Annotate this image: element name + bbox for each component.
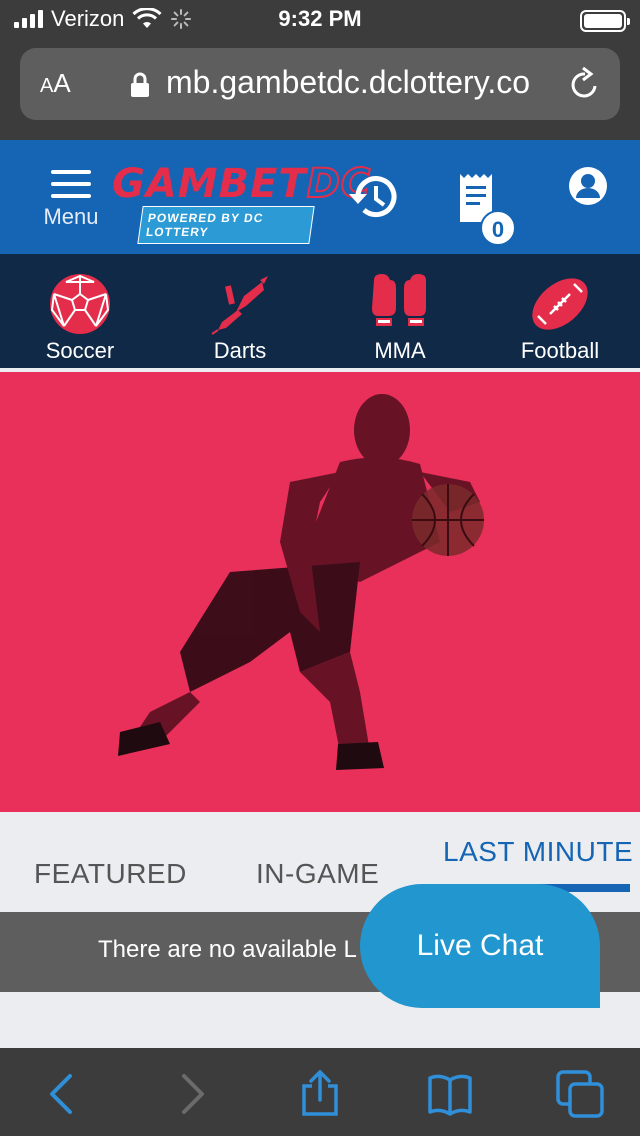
no-events-message: There are no available L (98, 936, 357, 963)
tab-last-minute[interactable]: LAST MINUTE (443, 836, 633, 868)
sport-label: Soccer (45, 338, 115, 363)
hamburger-icon (51, 170, 91, 198)
bookmarks-icon[interactable] (426, 1070, 474, 1118)
logo-tagline: POWERED BY DC LOTTERY (137, 206, 315, 244)
bet-slip-count-badge: 0 (480, 210, 516, 246)
tab-featured[interactable]: FEATURED (34, 858, 187, 890)
status-time: 9:32 PM (278, 6, 362, 31)
address-field[interactable]: AA mb.gambetdc.dclottery.co (20, 48, 620, 120)
browser-address-bar: AA mb.gambetdc.dclottery.co (0, 40, 640, 140)
gambetdc-logo[interactable]: GAMBETDC POWERED BY DC LOTTERY (112, 161, 372, 244)
url-text: mb.gambetdc.dclottery.co (166, 64, 531, 100)
tabs-icon[interactable] (556, 1070, 604, 1118)
history-icon[interactable] (346, 172, 400, 222)
sport-item-football[interactable]: Football (480, 254, 640, 368)
menu-button[interactable]: Menu (36, 170, 106, 240)
sport-label: Darts (213, 338, 267, 363)
sport-item-soccer[interactable]: Soccer (0, 254, 160, 368)
mma-gloves-icon (372, 274, 426, 326)
account-icon[interactable] (568, 166, 608, 206)
page: Verizon 9:32 PM AA mb.gambetdc.dclottery… (0, 0, 640, 1136)
tab-in-game[interactable]: IN-GAME (256, 858, 379, 890)
forward-icon[interactable] (168, 1070, 216, 1118)
soccer-ball-icon (50, 274, 110, 334)
menu-label: Menu (43, 204, 99, 229)
sport-item-darts[interactable]: Darts (160, 254, 320, 368)
battery-icon (580, 10, 630, 32)
basketball-player-image (118, 394, 484, 770)
share-icon[interactable] (296, 1070, 344, 1118)
dart-icon (211, 276, 268, 335)
hero-banner[interactable] (0, 372, 640, 812)
reload-icon[interactable] (568, 66, 602, 102)
football-icon (532, 278, 588, 330)
site-header: Menu GAMBETDC POWERED BY DC LOTTERY 0 (0, 140, 640, 254)
sport-label: Football (520, 338, 600, 363)
logo-wordmark: GAMBETDC (112, 161, 372, 207)
sport-label: MMA (374, 338, 426, 363)
sports-nav: Soccer Darts MMA Football (0, 254, 640, 368)
text-size-button[interactable]: AA (40, 68, 71, 99)
back-icon[interactable] (38, 1070, 86, 1118)
sport-item-mma[interactable]: MMA (320, 254, 480, 368)
browser-toolbar (0, 1048, 640, 1136)
lock-icon (131, 72, 149, 97)
status-bar: Verizon 9:32 PM (0, 0, 640, 40)
live-chat-button[interactable]: Live Chat (360, 884, 600, 1008)
